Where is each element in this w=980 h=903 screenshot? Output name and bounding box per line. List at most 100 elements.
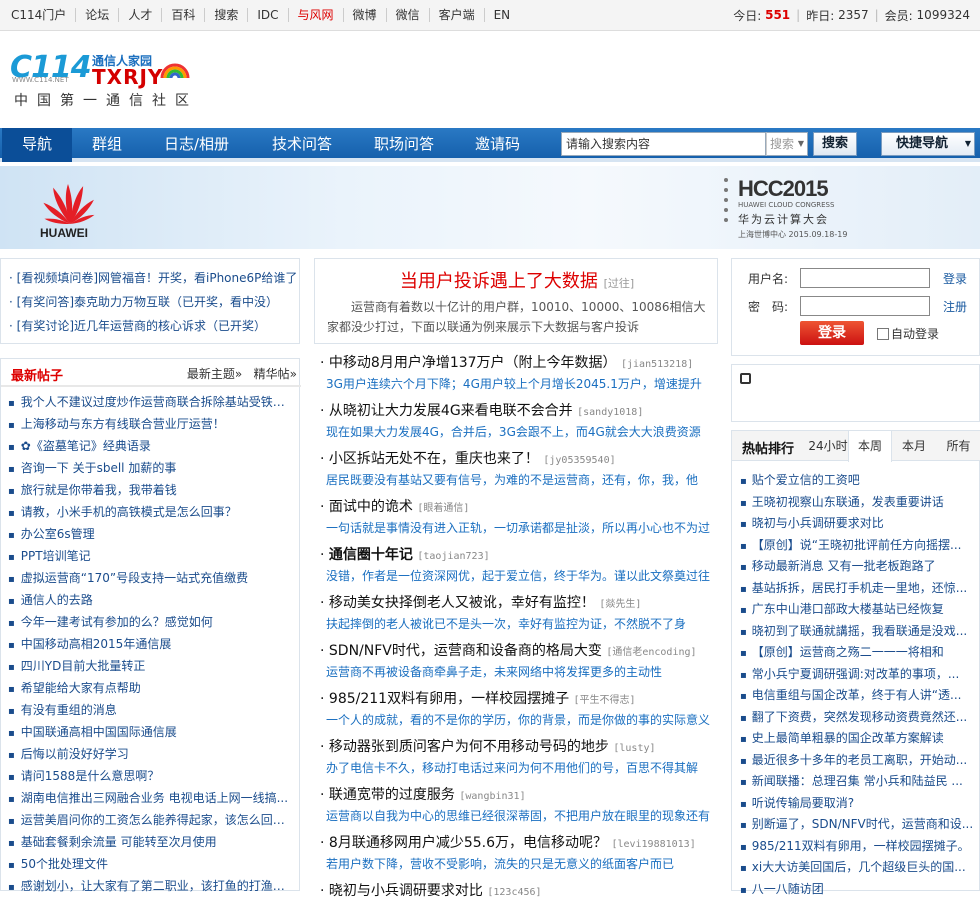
nav-item-career-qa[interactable]: 职场问答 (354, 128, 454, 162)
username-field[interactable] (800, 268, 930, 288)
login-link[interactable]: 登录 (943, 270, 967, 287)
register-link[interactable]: 注册 (943, 298, 967, 315)
hot-post-item[interactable]: ▪ 王晓初视察山东联通，发表重要讲话 (740, 493, 980, 510)
post-item[interactable]: ▪ 中国联通高相中国国际通信展 (8, 723, 296, 740)
hot-post-item[interactable]: ▪ 翻了下资费，突然发现移动资费竟然还... (740, 708, 980, 725)
nav-item-tech-qa[interactable]: 技术问答 (252, 128, 352, 162)
article-title[interactable]: · 小区拆站无处不在，重庆也来了！ [jy05359540] (320, 448, 718, 468)
article-author[interactable]: [jian513218] (621, 359, 693, 370)
article-title[interactable]: · 8月联通移网用户减少55.6万，电信移动呢？ [levi19881013] (320, 832, 718, 852)
article-author[interactable]: [123c456] (487, 887, 541, 898)
hot-post-item[interactable]: ▪ 晓初与小兵调研要求对比 (740, 514, 980, 531)
tab-month[interactable]: 本月 (893, 431, 935, 461)
article-title[interactable]: · 面试中的诡术 [眼着通信] (320, 496, 718, 516)
top-link-weixin[interactable]: 微信 (387, 8, 430, 22)
search-button[interactable]: 搜索 (813, 132, 857, 156)
top-link-yufeng[interactable]: 与风网 (289, 8, 344, 22)
article-summary[interactable]: 3G用户连续六个月下降；4G用户较上个月增长2045.1万户，增速提升 (320, 375, 718, 392)
post-item[interactable]: ▪ 后悔以前没好好学习 (8, 745, 296, 762)
hot-post-item[interactable]: ▪ 最近很多十多年的老员工离职，开始动... (740, 751, 980, 768)
article-summary[interactable]: 运营商以自我为中心的思维已经很深蒂固，不把用户放在眼里的现象还有 (320, 807, 718, 824)
post-item[interactable]: ▪ 运营美眉问你的工资怎么能养得起家，该怎么回答... (8, 811, 296, 828)
hot-post-item[interactable]: ▪ 贴个爱立信的工资吧 (740, 471, 980, 488)
article-summary[interactable]: 运营商不再被设备商牵鼻子走，未来网络中将发挥更多的主动性 (320, 663, 718, 680)
hot-post-item[interactable]: ▪ 八一八随访团 (740, 880, 980, 897)
post-item[interactable]: ▪ 感谢划小，让大家有了第二职业，该打鱼的打渔，该... (8, 877, 296, 894)
article-title[interactable]: · 从晓初让大力发展4G来看电联不会合并 [sandy1018] (320, 400, 718, 420)
featured-tag[interactable]: [过往] (604, 277, 635, 290)
hot-post-item[interactable]: ▪ 基站拆拆，居民打手机走一里地，还惊... (740, 579, 980, 596)
hot-post-item[interactable]: ▪ 广东中山港口部政大楼基站已经恢复 (740, 600, 980, 617)
hot-post-item[interactable]: ▪ 晓初到了联通就講摇，我看联通是没戏... (740, 622, 980, 639)
article-author[interactable]: [levi19881013] (611, 839, 695, 850)
tab-week[interactable]: 本周 (848, 431, 892, 462)
top-link-search[interactable]: 搜索 (205, 8, 249, 22)
auto-login[interactable]: 自动登录 (877, 325, 939, 342)
password-field[interactable] (800, 296, 930, 316)
hot-post-item[interactable]: ▪ 听说传输局要取消? (740, 794, 980, 811)
tab-featured-posts[interactable]: 精华帖» (254, 367, 297, 381)
promo-link[interactable]: · [有奖讨论]近几年运营商的核心诉求（已开奖） (9, 317, 299, 334)
article-title[interactable]: · 通信圈十年记 [taojian723] (320, 544, 718, 564)
post-item[interactable]: ▪ 50个批处理文件 (8, 855, 296, 872)
article-author[interactable]: [眼着通信] (417, 503, 469, 514)
article-author[interactable]: [通信老encoding] (606, 647, 696, 658)
post-item[interactable]: ▪ 办公室6s管理 (8, 525, 296, 542)
article-title[interactable]: · 985/211双料有卵用，一样校园摆摊子 [平生不得志] (320, 688, 718, 708)
hot-post-item[interactable]: ▪ 电信重组与国企改革，终于有人讲“透... (740, 686, 980, 703)
nav-item-blog[interactable]: 日志/相册 (144, 128, 249, 162)
top-link-forum[interactable]: 论坛 (76, 8, 120, 22)
article-title[interactable]: · 联通宽带的过度服务 [wangbin31] (320, 784, 718, 804)
post-item[interactable]: ▪ 有没有重组的消息 (8, 701, 296, 718)
top-link-wiki[interactable]: 百科 (162, 8, 206, 22)
article-summary[interactable]: 一个人的成就，看的不是你的学历，你的背景，而是你做的事的实际意义 (320, 711, 718, 728)
article-title[interactable]: · 晓初与小兵调研要求对比 [123c456] (320, 880, 718, 900)
article-summary[interactable]: 居民既要没有基站又要有信号，为难的不是运营商，还有，你，我，他 (320, 471, 718, 488)
article-summary[interactable]: 办了电信卡不久，移动打电话过来问为何不用他们的号，百思不得其解 (320, 759, 718, 776)
post-item[interactable]: ▪ 湖南电信推出三网融合业务 电视电话上网一线搞... (8, 789, 296, 806)
ad-banner[interactable]: HUAWEI HCC2015 HUAWEI CLOUD CONGRESS 华为云… (0, 166, 980, 249)
article-title[interactable]: · SDN/NFV时代，运营商和设备商的格局大变 [通信老encoding] (320, 640, 718, 660)
hot-post-item[interactable]: ▪ xi大大访美回国后，几个超级巨头的国... (740, 858, 980, 875)
featured-title[interactable]: 当用户投诉遇上了大数据 [过往] (315, 267, 719, 293)
search-type-select[interactable]: 搜索 ▼ (766, 132, 808, 156)
nav-item-home[interactable]: 导航 (2, 128, 73, 162)
tab-latest-topics[interactable]: 最新主题» (187, 367, 242, 381)
nav-item-groups[interactable]: 群组 (72, 128, 142, 162)
post-item[interactable]: ▪ 上海移动与东方有线联合营业厅运营！ (8, 415, 296, 432)
article-author[interactable]: [taojian723] (417, 551, 489, 562)
quick-nav-button[interactable]: 快捷导航 ▼ (881, 132, 975, 156)
article-author[interactable]: [lusty] (613, 743, 655, 754)
post-item[interactable]: ▪ 咨询一下 关于sbell 加薪的事 (8, 459, 296, 476)
article-summary[interactable]: 若用户数下降，营收不受影响，流失的只是无意义的纸面客户而已 (320, 855, 718, 872)
article-summary[interactable]: 扶起摔倒的老人被讹已不是头一次，幸好有监控为证，不然脱不了身 (320, 615, 718, 632)
post-item[interactable]: ▪ 今年一建考试有参加的么？感觉如何 (8, 613, 296, 630)
site-logo[interactable]: C114 WWW.C114.NET 通信人家园 TXRJY 中国第一通信社区 (10, 50, 200, 112)
article-author[interactable]: [sandy1018] (577, 407, 643, 418)
notice-icon[interactable] (740, 373, 751, 384)
hot-post-item[interactable]: ▪ 别断逼了，SDN/NFV时代，运营商和设... (740, 815, 980, 832)
promo-link[interactable]: · [有奖问答]泰克助力万物互联（已开奖，看中没） (9, 293, 299, 310)
top-link-jobs[interactable]: 人才 (119, 8, 163, 22)
article-author[interactable]: [燚先生] (599, 599, 641, 610)
post-item[interactable]: ▪ 请教，小米手机的高铁模式是怎么回事？ (8, 503, 296, 520)
hot-post-item[interactable]: ▪ 移动最新消息 又有一批老板跑路了 (740, 557, 980, 574)
login-button[interactable]: 登录 (800, 321, 864, 345)
article-author[interactable]: [jy05359540] (543, 455, 615, 466)
top-link-en[interactable]: EN (485, 8, 520, 22)
top-link-weibo[interactable]: 微博 (344, 8, 387, 22)
hot-post-item[interactable]: ▪ 985/211双料有卵用，一样校园摆摊子。 (740, 837, 980, 854)
tab-24h[interactable]: 24小时 (808, 431, 848, 461)
post-item[interactable]: ▪ 基础套餐剩余流量 可能转至次月使用 (8, 833, 296, 850)
post-item[interactable]: ▪ 希望能给大家有点帮助 (8, 679, 296, 696)
post-item[interactable]: ▪ 我个人不建议过度炒作运营商联合拆除基站受铁塔... (8, 393, 296, 410)
search-input[interactable]: 请输入搜索内容 (561, 132, 766, 156)
hot-post-item[interactable]: ▪ 史上最简单粗暴的国企改革方案解读 (740, 729, 980, 746)
post-item[interactable]: ▪ 通信人的去路 (8, 591, 296, 608)
tab-all[interactable]: 所有 (936, 431, 980, 461)
top-link-idc[interactable]: IDC (248, 8, 289, 22)
nav-item-invite[interactable]: 邀请码 (455, 128, 540, 162)
post-item[interactable]: ▪ ✿《盗墓笔记》经典语录 (8, 437, 296, 454)
article-summary[interactable]: 现在如果大力发展4G，合并后，3G会跟不上，而4G就会大大浪费资源 (320, 423, 718, 440)
top-link-client[interactable]: 客户端 (430, 8, 485, 22)
